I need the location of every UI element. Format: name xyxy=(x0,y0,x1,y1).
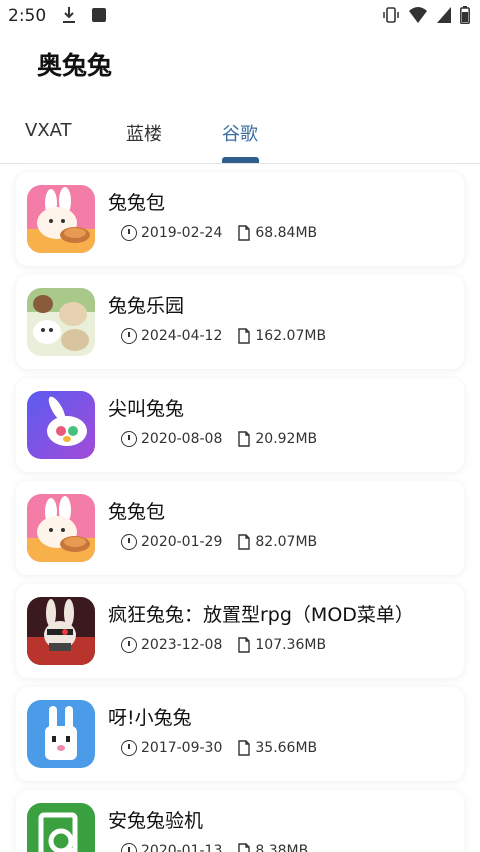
vibrate-icon xyxy=(383,7,399,23)
status-bar: 2:50 xyxy=(0,0,480,32)
tab-vxat[interactable]: VXAT xyxy=(25,120,72,141)
app-meta: 2024-04-12 162.07MB xyxy=(121,328,326,344)
download-icon xyxy=(63,7,75,23)
app-size: 82.07MB xyxy=(255,534,318,550)
file-icon xyxy=(238,431,251,447)
app-date: 2024-04-12 xyxy=(141,328,223,344)
list-item[interactable]: 安兔兔验机 2020-01-13 8.38MB xyxy=(16,790,464,852)
clock-icon xyxy=(121,225,137,241)
app-name: 兔兔乐园 xyxy=(108,295,185,317)
status-time: 2:50 xyxy=(8,6,47,26)
app-date: 2020-01-29 xyxy=(141,534,223,550)
app-size: 20.92MB xyxy=(255,431,318,447)
wifi-icon xyxy=(409,7,427,23)
clock-icon xyxy=(121,740,137,756)
app-meta: 2020-08-08 20.92MB xyxy=(121,431,317,447)
app-meta: 2017-09-30 35.66MB xyxy=(121,740,317,756)
list-item[interactable]: 兔兔包 2019-02-24 68.84MB xyxy=(16,172,464,266)
app-meta: 2019-02-24 68.84MB xyxy=(121,225,317,241)
signal-icon xyxy=(437,7,451,23)
bunny-bread-icon xyxy=(27,185,95,253)
tab-google[interactable]: 谷歌 xyxy=(222,120,258,146)
app-list[interactable]: 兔兔包 2019-02-24 68.84MB 兔兔乐园 2024-04-12 1… xyxy=(16,172,464,852)
list-item[interactable]: 兔兔包 2020-01-29 82.07MB xyxy=(16,481,464,575)
battery-icon xyxy=(460,6,470,24)
screaming-bunny-icon xyxy=(27,391,95,459)
bunny-bread-icon xyxy=(27,494,95,562)
page-title: 奥兔兔 xyxy=(37,51,113,80)
clock-icon xyxy=(121,843,137,852)
app-meta: 2020-01-13 8.38MB xyxy=(121,843,308,852)
file-icon xyxy=(238,740,251,756)
app-size: 107.36MB xyxy=(255,637,327,653)
file-icon xyxy=(238,843,251,852)
list-item[interactable]: 疯狂兔兔：放置型rpg（MOD菜单） 2023-12-08 107.36MB xyxy=(16,584,464,678)
app-name: 疯狂兔兔：放置型rpg（MOD菜单） xyxy=(108,604,414,626)
list-item[interactable]: 呀!小兔兔 2017-09-30 35.66MB xyxy=(16,687,464,781)
clock-icon xyxy=(121,328,137,344)
app-date: 2019-02-24 xyxy=(141,225,223,241)
app-meta: 2020-01-29 82.07MB xyxy=(121,534,317,550)
list-item[interactable]: 兔兔乐园 2024-04-12 162.07MB xyxy=(16,275,464,369)
bunny-park-icon xyxy=(27,288,95,356)
app-name: 兔兔包 xyxy=(108,192,166,214)
clock-icon xyxy=(121,637,137,653)
active-tab-indicator xyxy=(222,157,259,163)
app-size: 68.84MB xyxy=(255,225,318,241)
crazy-bunny-icon xyxy=(27,597,95,665)
file-icon xyxy=(238,637,251,653)
app-date: 2023-12-08 xyxy=(141,637,223,653)
app-date: 2020-08-08 xyxy=(141,431,223,447)
clock-icon xyxy=(121,534,137,550)
app-date: 2020-01-13 xyxy=(141,843,223,852)
app-size: 35.66MB xyxy=(255,740,318,756)
file-icon xyxy=(238,328,251,344)
list-item[interactable]: 尖叫兔兔 2020-08-08 20.92MB xyxy=(16,378,464,472)
file-icon xyxy=(238,225,251,241)
app-date: 2017-09-30 xyxy=(141,740,223,756)
app-size: 8.38MB xyxy=(255,843,309,852)
little-bunny-icon xyxy=(27,700,95,768)
notification-app-icon xyxy=(92,8,106,22)
clock-icon xyxy=(121,431,137,447)
app-size: 162.07MB xyxy=(255,328,327,344)
app-name: 尖叫兔兔 xyxy=(108,398,185,420)
tab-bar: VXAT 蓝楼 谷歌 xyxy=(0,100,480,164)
app-name: 兔兔包 xyxy=(108,501,166,523)
file-icon xyxy=(238,534,251,550)
app-meta: 2023-12-08 107.36MB xyxy=(121,637,326,653)
app-name: 安兔兔验机 xyxy=(108,810,204,832)
app-name: 呀!小兔兔 xyxy=(108,707,192,729)
antutu-icon xyxy=(27,803,95,852)
tab-lanlou[interactable]: 蓝楼 xyxy=(126,120,162,146)
